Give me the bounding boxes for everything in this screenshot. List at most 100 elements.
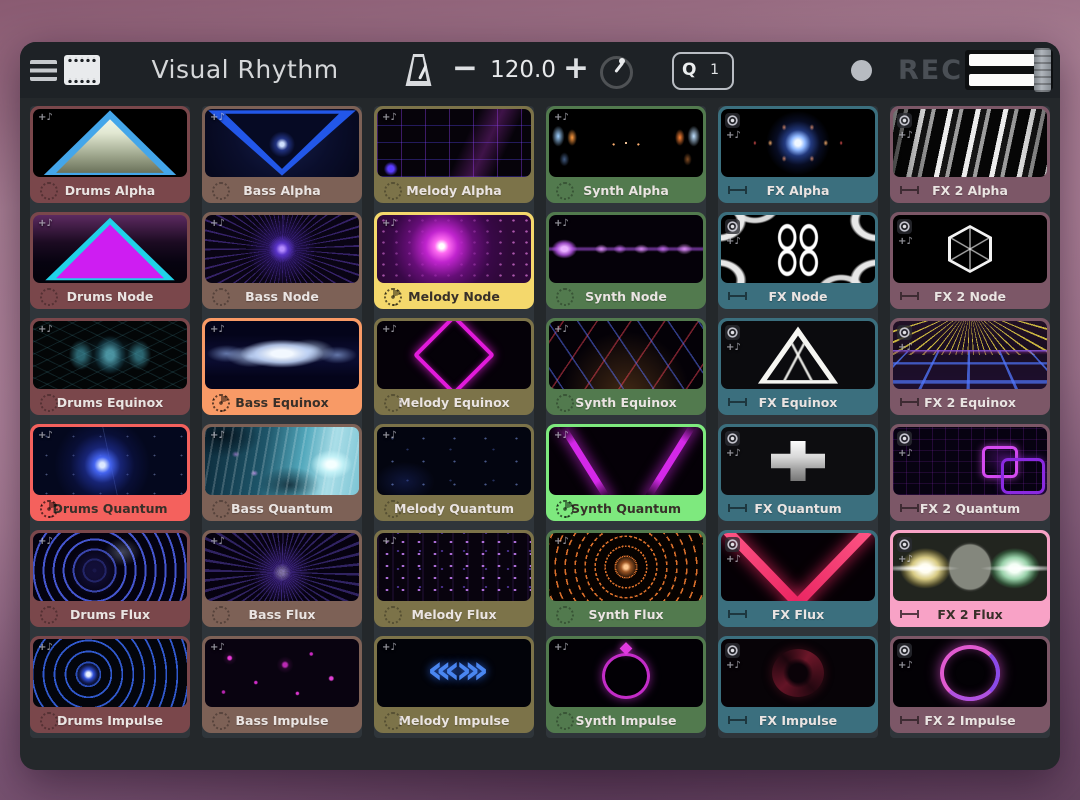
clip-cell-fx2-impulse[interactable]: +♪ FX 2 Impulse — [890, 636, 1050, 733]
clip-cell-synth-quantum[interactable]: +♪ Synth Quantum — [546, 424, 706, 521]
loop-mode-icon[interactable] — [212, 182, 230, 200]
clip-thumbnail[interactable]: +♪ — [721, 215, 875, 283]
clip-cell-fx2-alpha[interactable]: +♪ FX 2 Alpha — [890, 106, 1050, 203]
loop-mode-icon[interactable] — [556, 288, 574, 306]
loop-mode-icon[interactable] — [212, 500, 230, 518]
tap-tempo-dial-icon[interactable] — [600, 56, 633, 89]
add-note-icon[interactable]: +♪ — [38, 218, 53, 229]
clip-thumbnail[interactable]: +♪ — [377, 639, 531, 707]
loop-mode-icon[interactable] — [212, 712, 230, 730]
add-note-icon[interactable]: +♪ — [898, 236, 913, 247]
clip-cell-fx-quantum[interactable]: +♪ FX Quantum — [718, 424, 878, 521]
clip-thumbnail[interactable]: +♪ — [549, 109, 703, 177]
add-note-icon[interactable]: +♪ — [726, 342, 741, 353]
quantize-control[interactable]: Q 1 — [672, 52, 734, 90]
loop-mode-icon[interactable] — [384, 606, 402, 624]
add-note-icon[interactable]: +♪ — [382, 112, 397, 123]
loop-mode-icon[interactable] — [212, 288, 230, 306]
clip-thumbnail[interactable]: +♪ — [205, 215, 359, 283]
add-note-icon[interactable]: +♪ — [554, 324, 569, 335]
clip-cell-bass-equinox[interactable]: +♪ Bass Equinox — [202, 318, 362, 415]
loop-mode-icon[interactable] — [556, 182, 574, 200]
add-note-icon[interactable]: +♪ — [38, 324, 53, 335]
clip-cell-fx2-quantum[interactable]: +♪ FX 2 Quantum — [890, 424, 1050, 521]
clip-thumbnail[interactable]: +♪ — [549, 215, 703, 283]
clip-cell-synth-equinox[interactable]: +♪ Synth Equinox — [546, 318, 706, 415]
add-note-icon[interactable]: +♪ — [726, 130, 741, 141]
one-shot-icon[interactable] — [728, 292, 747, 300]
clip-cell-drums-impulse[interactable]: +♪ Drums Impulse — [30, 636, 190, 733]
add-note-icon[interactable]: +♪ — [382, 536, 397, 547]
clip-thumbnail[interactable]: +♪ — [33, 321, 187, 389]
one-shot-icon[interactable] — [728, 610, 747, 618]
fx-lens-icon[interactable] — [897, 643, 912, 658]
loop-mode-icon[interactable] — [40, 288, 58, 306]
clip-thumbnail[interactable]: +♪ — [205, 427, 359, 495]
fx-lens-icon[interactable] — [725, 219, 740, 234]
add-note-icon[interactable]: +♪ — [38, 430, 53, 441]
clip-thumbnail[interactable]: +♪ — [205, 109, 359, 177]
playing-clock-icon[interactable] — [212, 394, 230, 412]
clip-thumbnail[interactable]: +♪ — [205, 321, 359, 389]
add-note-icon[interactable]: +♪ — [898, 554, 913, 565]
add-note-icon[interactable]: +♪ — [210, 324, 225, 335]
add-note-icon[interactable]: +♪ — [726, 554, 741, 565]
add-note-icon[interactable]: +♪ — [38, 112, 53, 123]
clip-thumbnail[interactable]: +♪ — [33, 533, 187, 601]
clip-cell-synth-impulse[interactable]: +♪ Synth Impulse — [546, 636, 706, 733]
clip-cell-melody-alpha[interactable]: +♪ Melody Alpha — [374, 106, 534, 203]
loop-mode-icon[interactable] — [384, 394, 402, 412]
add-note-icon[interactable]: +♪ — [382, 218, 397, 229]
loop-mode-icon[interactable] — [40, 394, 58, 412]
one-shot-icon[interactable] — [728, 186, 747, 194]
clip-cell-synth-flux[interactable]: +♪ Synth Flux — [546, 530, 706, 627]
clip-cell-fx-impulse[interactable]: +♪ FX Impulse — [718, 636, 878, 733]
one-shot-icon[interactable] — [900, 610, 919, 618]
clip-cell-bass-impulse[interactable]: +♪ Bass Impulse — [202, 636, 362, 733]
clip-thumbnail[interactable]: +♪ — [549, 533, 703, 601]
loop-mode-icon[interactable] — [40, 606, 58, 624]
fx-lens-icon[interactable] — [725, 431, 740, 446]
add-note-icon[interactable]: +♪ — [726, 660, 741, 671]
clip-thumbnail[interactable]: +♪ — [377, 321, 531, 389]
clip-cell-drums-equinox[interactable]: +♪ Drums Equinox — [30, 318, 190, 415]
add-note-icon[interactable]: +♪ — [382, 430, 397, 441]
loop-mode-icon[interactable] — [384, 182, 402, 200]
clip-cell-synth-node[interactable]: +♪ Synth Node — [546, 212, 706, 309]
clip-thumbnail[interactable]: +♪ — [205, 533, 359, 601]
loop-mode-icon[interactable] — [384, 500, 402, 518]
clip-thumbnail[interactable]: +♪ — [33, 639, 187, 707]
clip-thumbnail[interactable]: +♪ — [33, 215, 187, 283]
fx-lens-icon[interactable] — [897, 113, 912, 128]
clip-cell-melody-flux[interactable]: +♪ Melody Flux — [374, 530, 534, 627]
clip-thumbnail[interactable]: +♪ — [377, 109, 531, 177]
one-shot-icon[interactable] — [728, 504, 747, 512]
one-shot-icon[interactable] — [900, 186, 919, 194]
clip-thumbnail[interactable]: +♪ — [33, 109, 187, 177]
clip-thumbnail[interactable]: +♪ — [33, 427, 187, 495]
add-note-icon[interactable]: +♪ — [38, 642, 53, 653]
loop-mode-icon[interactable] — [556, 394, 574, 412]
add-note-icon[interactable]: +♪ — [898, 660, 913, 671]
add-note-icon[interactable]: +♪ — [898, 130, 913, 141]
add-note-icon[interactable]: +♪ — [898, 448, 913, 459]
loop-mode-icon[interactable] — [40, 182, 58, 200]
fader-handle[interactable] — [1034, 48, 1051, 92]
clip-thumbnail[interactable]: +♪ — [721, 639, 875, 707]
clip-cell-melody-quantum[interactable]: +♪ Melody Quantum — [374, 424, 534, 521]
clip-cell-bass-node[interactable]: +♪ Bass Node — [202, 212, 362, 309]
loop-mode-icon[interactable] — [40, 712, 58, 730]
loop-mode-icon[interactable] — [556, 712, 574, 730]
clip-thumbnail[interactable]: +♪ — [893, 533, 1047, 601]
clip-cell-fx2-equinox[interactable]: +♪ FX 2 Equinox — [890, 318, 1050, 415]
fader-track-top[interactable] — [969, 54, 1035, 66]
playing-clock-icon[interactable] — [556, 500, 574, 518]
clip-cell-melody-equinox[interactable]: +♪ Melody Equinox — [374, 318, 534, 415]
fx-lens-icon[interactable] — [897, 325, 912, 340]
add-note-icon[interactable]: +♪ — [210, 536, 225, 547]
add-note-icon[interactable]: +♪ — [554, 218, 569, 229]
fx-lens-icon[interactable] — [725, 113, 740, 128]
one-shot-icon[interactable] — [900, 716, 919, 724]
one-shot-icon[interactable] — [728, 398, 747, 406]
clip-cell-drums-flux[interactable]: +♪ Drums Flux — [30, 530, 190, 627]
